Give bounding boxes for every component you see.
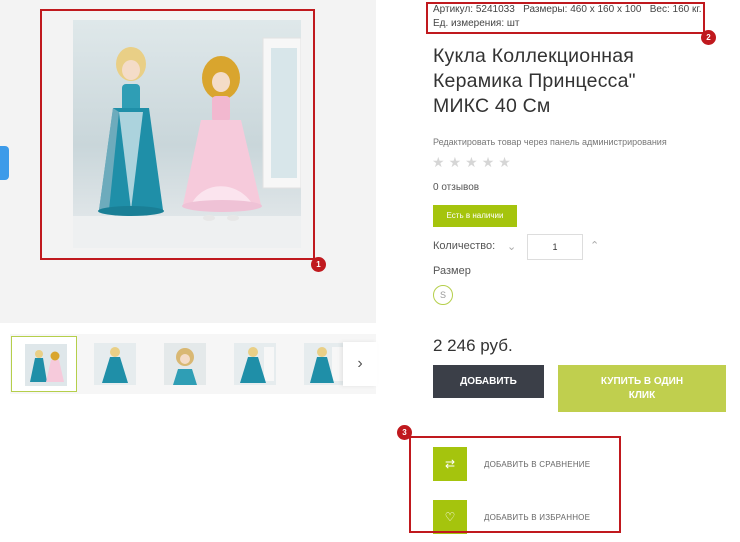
availability-badge: Есть в наличии	[433, 205, 517, 227]
annotation-box-1	[40, 9, 315, 260]
product-price: 2 246 руб.	[433, 336, 513, 355]
buy-one-click-button[interactable]: КУПИТЬ В ОДИН КЛИК	[558, 365, 726, 412]
buy-one-click-label: КУПИТЬ В ОДИН	[600, 376, 684, 387]
chevron-down-icon: ⌄	[507, 241, 517, 253]
product-title-line: Кукла Коллекционная	[433, 45, 635, 67]
star-icon[interactable]: ★	[465, 154, 482, 170]
quantity-label: Количество:	[433, 240, 496, 252]
annotation-badge-2: 2	[701, 30, 716, 45]
product-title-line: МИКС 40 См	[433, 95, 551, 117]
thumbnail-image	[304, 343, 346, 385]
annotation-box-2	[426, 2, 705, 34]
thumbnail-image	[234, 343, 276, 385]
buy-one-click-label: КЛИК	[628, 390, 656, 401]
star-icon[interactable]: ★	[482, 154, 499, 170]
reviews-count[interactable]: 0 отзывов	[433, 182, 479, 193]
product-title-line: Керамика Принцесса"	[433, 70, 636, 92]
quantity-input[interactable]: 1	[527, 234, 583, 260]
annotation-badge-1: 1	[311, 257, 326, 272]
quantity-increase-button[interactable]: ⌃	[590, 239, 599, 252]
thumbnail-3[interactable]	[151, 336, 217, 392]
admin-edit-link[interactable]: Редактировать товар через панель админис…	[433, 137, 667, 147]
thumbnails-next-button[interactable]: ›	[343, 342, 377, 386]
star-icon[interactable]: ★	[498, 154, 515, 170]
size-option-s[interactable]: S	[433, 285, 453, 305]
side-tab[interactable]	[0, 146, 9, 180]
rating-stars[interactable]: ★★★★★	[432, 154, 515, 171]
thumbnail-image	[164, 343, 206, 385]
star-icon[interactable]: ★	[432, 154, 449, 170]
product-title: Кукла Коллекционная Керамика Принцесса" …	[433, 44, 733, 119]
add-to-cart-button[interactable]: ДОБАВИТЬ	[433, 365, 544, 398]
annotation-badge-3: 3	[397, 425, 412, 440]
thumbnail-2[interactable]	[81, 336, 147, 392]
quantity-decrease-button[interactable]: ⌄	[507, 240, 516, 253]
thumbnail-4[interactable]	[221, 336, 287, 392]
thumbnail-1[interactable]	[11, 336, 77, 392]
annotation-box-3	[409, 436, 621, 533]
thumbnail-image	[25, 344, 67, 386]
size-label: Размер	[433, 265, 471, 277]
chevron-right-icon: ›	[357, 355, 363, 372]
chevron-up-icon: ⌃	[590, 240, 600, 252]
star-icon[interactable]: ★	[449, 154, 466, 170]
thumbnail-image	[94, 343, 136, 385]
